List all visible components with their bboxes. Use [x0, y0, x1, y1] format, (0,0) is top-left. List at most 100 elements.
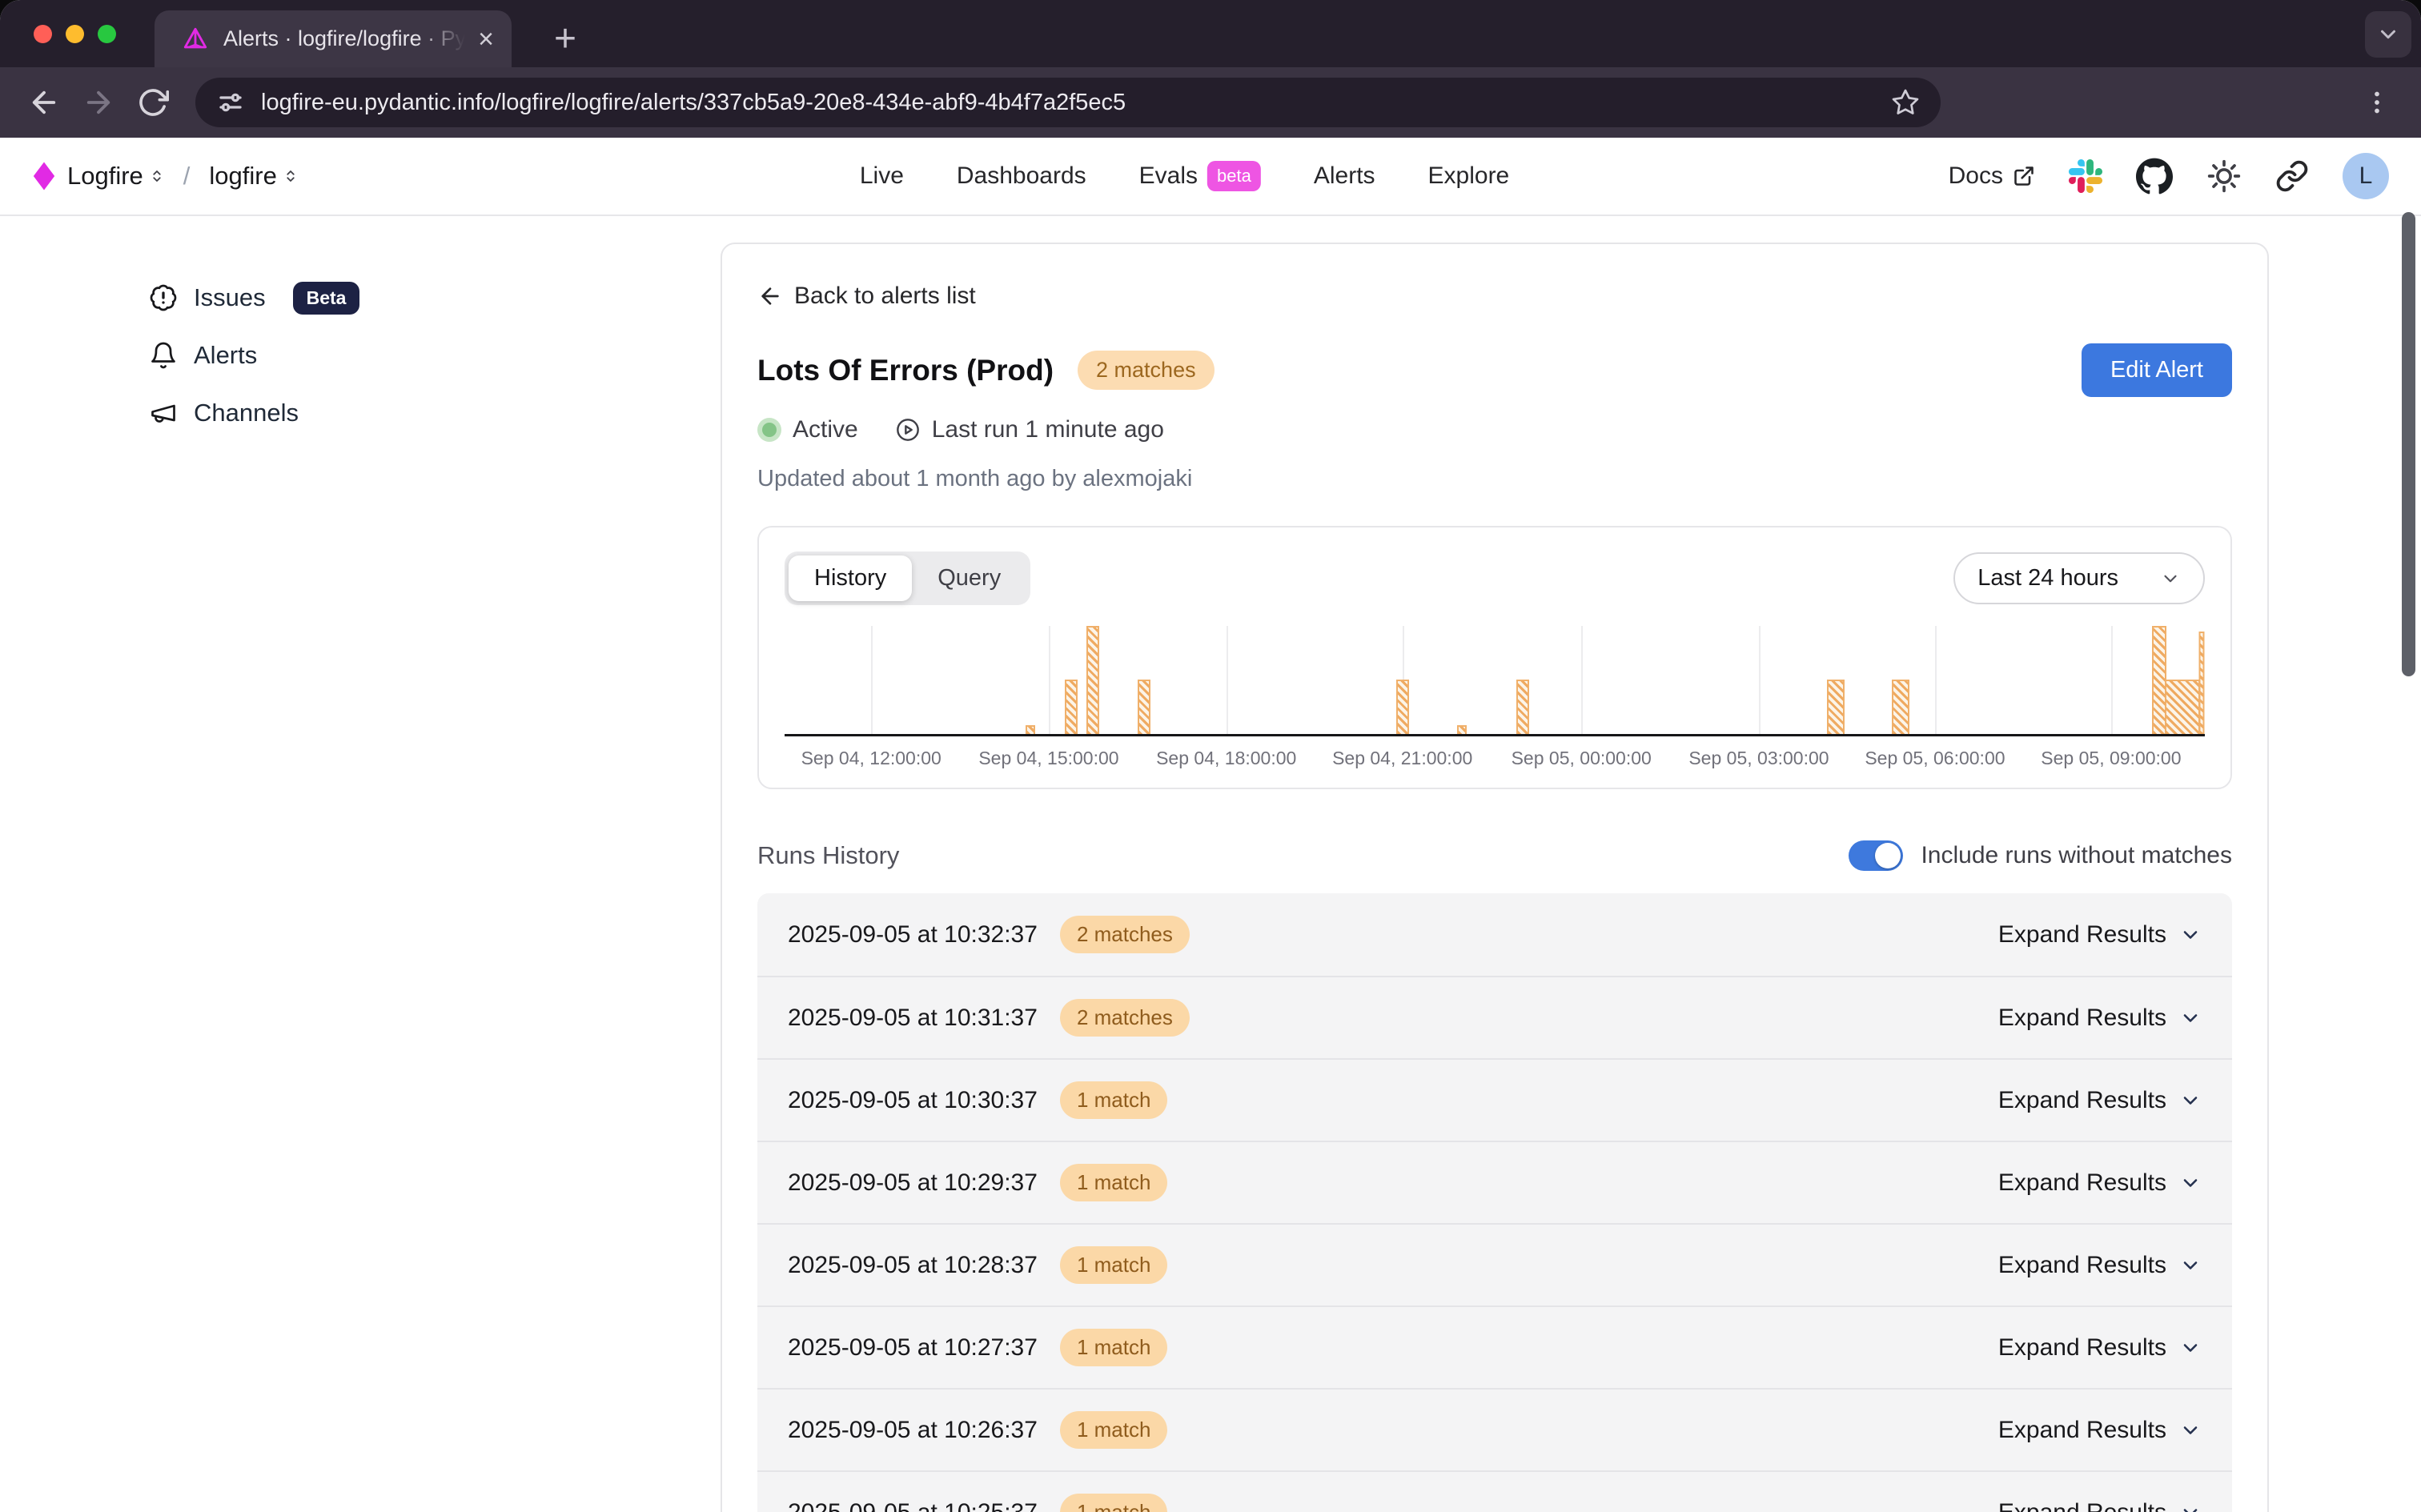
- chart-tick-label: Sep 04, 18:00:00: [1156, 748, 1296, 769]
- edit-alert-button[interactable]: Edit Alert: [2082, 343, 2232, 397]
- chart-bar[interactable]: [1396, 680, 1409, 734]
- chevron-down-icon: [2179, 1254, 2202, 1277]
- last-run-status: Last run 1 minute ago: [895, 416, 1164, 443]
- expand-results-button[interactable]: Expand Results: [1998, 1252, 2202, 1279]
- time-range-dropdown[interactable]: Last 24 hours: [1953, 552, 2205, 604]
- chart-tick-label: Sep 05, 09:00:00: [2041, 748, 2181, 769]
- bookmark-star-icon[interactable]: [1891, 88, 1920, 117]
- chart-bar[interactable]: [2199, 632, 2205, 734]
- maximize-window-button[interactable]: [98, 25, 116, 43]
- nav-item-dashboards[interactable]: Dashboards: [957, 162, 1086, 190]
- chevron-down-icon: [2179, 1172, 2202, 1194]
- traffic-lights[interactable]: [34, 25, 116, 43]
- breadcrumb-separator: /: [183, 162, 191, 191]
- chart-bar[interactable]: [1086, 626, 1099, 734]
- alert-detail-panel: Back to alerts list Lots Of Errors (Prod…: [721, 243, 2269, 1512]
- user-avatar[interactable]: L: [2343, 153, 2389, 199]
- org-selector[interactable]: Logfire: [67, 162, 164, 191]
- slack-icon[interactable]: [2069, 159, 2102, 193]
- active-status: Active: [757, 416, 858, 443]
- issues-beta-badge: Beta: [293, 282, 360, 315]
- nav-item-evals[interactable]: Evals beta: [1139, 161, 1261, 191]
- chart-gridline: [1049, 626, 1050, 734]
- chart-bar[interactable]: [2165, 680, 2200, 734]
- sidebar-item-issues[interactable]: Issues Beta: [149, 269, 721, 327]
- run-timestamp: 2025-09-05 at 10:26:37: [788, 1417, 1038, 1444]
- run-timestamp: 2025-09-05 at 10:25:37: [788, 1499, 1038, 1512]
- run-row: 2025-09-05 at 10:31:37 2 matches Expand …: [757, 976, 2232, 1058]
- page-scrollbar-thumb[interactable]: [2402, 212, 2415, 676]
- browser-menu-button[interactable]: [2354, 79, 2400, 126]
- history-card-toolbar: History Query Last 24 hours: [785, 551, 2205, 605]
- expand-results-button[interactable]: Expand Results: [1998, 1334, 2202, 1362]
- sidebar-item-channels[interactable]: Channels: [149, 384, 721, 442]
- reload-button[interactable]: [130, 79, 176, 126]
- expand-results-button[interactable]: Expand Results: [1998, 1417, 2202, 1444]
- alert-header-row: Lots Of Errors (Prod) 2 matches Edit Ale…: [757, 343, 2232, 397]
- play-circle-icon: [895, 417, 921, 443]
- back-to-alerts-link[interactable]: Back to alerts list: [757, 283, 2232, 310]
- sidebar-item-alerts[interactable]: Alerts: [149, 327, 721, 384]
- url-bar[interactable]: logfire-eu.pydantic.info/logfire/logfire…: [195, 78, 1941, 127]
- chart-bar[interactable]: [1138, 680, 1150, 734]
- chevron-down-icon: [2179, 1502, 2202, 1512]
- run-match-badge: 2 matches: [1060, 999, 1190, 1037]
- tab-query[interactable]: Query: [912, 555, 1026, 601]
- expand-results-button[interactable]: Expand Results: [1998, 1005, 2202, 1032]
- run-match-badge: 1 match: [1060, 1246, 1168, 1284]
- tab-search-button[interactable]: [2365, 11, 2411, 58]
- back-button[interactable]: [21, 79, 67, 126]
- expand-results-button[interactable]: Expand Results: [1998, 921, 2202, 949]
- back-link-label: Back to alerts list: [794, 283, 976, 310]
- site-settings-icon[interactable]: [216, 88, 245, 117]
- run-row: 2025-09-05 at 10:28:37 1 match Expand Re…: [757, 1223, 2232, 1305]
- history-chart-xaxis: Sep 04, 12:00:00Sep 04, 15:00:00Sep 04, …: [785, 736, 2205, 775]
- chart-bar[interactable]: [1026, 725, 1035, 734]
- tab-close-icon[interactable]: ×: [478, 26, 494, 53]
- tab-history[interactable]: History: [789, 555, 912, 601]
- include-runs-toggle[interactable]: [1849, 840, 1903, 871]
- run-row: 2025-09-05 at 10:30:37 1 match Expand Re…: [757, 1058, 2232, 1141]
- project-selector[interactable]: logfire: [209, 162, 297, 191]
- docs-link[interactable]: Docs: [1949, 162, 2035, 190]
- chart-gridline: [1935, 626, 1937, 734]
- run-row: 2025-09-05 at 10:26:37 1 match Expand Re…: [757, 1388, 2232, 1470]
- github-icon[interactable]: [2136, 158, 2173, 195]
- run-timestamp: 2025-09-05 at 10:30:37: [788, 1087, 1038, 1114]
- brand-area: Logfire / logfire: [32, 161, 298, 191]
- external-link-icon: [2013, 165, 2035, 187]
- run-row: 2025-09-05 at 10:32:37 2 matches Expand …: [757, 893, 2232, 976]
- run-timestamp: 2025-09-05 at 10:28:37: [788, 1252, 1038, 1279]
- active-status-dot: [757, 418, 781, 442]
- chart-bar[interactable]: [1065, 680, 1078, 734]
- chart-bar[interactable]: [1516, 680, 1529, 734]
- new-tab-button[interactable]: +: [541, 14, 589, 62]
- chart-bar[interactable]: [1827, 680, 1845, 734]
- forward-button[interactable]: [75, 79, 122, 126]
- url-text[interactable]: logfire-eu.pydantic.info/logfire/logfire…: [261, 90, 1875, 116]
- include-runs-label: Include runs without matches: [1921, 842, 2232, 869]
- nav-item-live[interactable]: Live: [860, 162, 904, 190]
- close-window-button[interactable]: [34, 25, 52, 43]
- nav-item-explore[interactable]: Explore: [1428, 162, 1510, 190]
- nav-item-alerts[interactable]: Alerts: [1314, 162, 1375, 190]
- alert-matches-badge: 2 matches: [1078, 351, 1215, 390]
- share-link-icon[interactable]: [2275, 159, 2309, 193]
- browser-tab[interactable]: Alerts · logfire/logfire · Pydan ×: [155, 10, 512, 67]
- run-match-badge: 1 match: [1060, 1164, 1168, 1201]
- chart-bar[interactable]: [1892, 680, 1909, 734]
- minimize-window-button[interactable]: [66, 25, 84, 43]
- chart-gridline: [2111, 626, 2113, 734]
- chart-tick-label: Sep 04, 21:00:00: [1332, 748, 1472, 769]
- expand-results-button[interactable]: Expand Results: [1998, 1087, 2202, 1114]
- alert-title: Lots Of Errors (Prod): [757, 354, 1054, 387]
- chart-tick-label: Sep 05, 00:00:00: [1512, 748, 1652, 769]
- logfire-favicon-icon: [182, 26, 209, 53]
- theme-toggle-sun-icon[interactable]: [2206, 158, 2242, 194]
- expand-results-button[interactable]: Expand Results: [1998, 1169, 2202, 1197]
- toggle-knob: [1875, 843, 1901, 868]
- run-timestamp: 2025-09-05 at 10:32:37: [788, 921, 1038, 949]
- expand-results-button[interactable]: Expand Results: [1998, 1499, 2202, 1512]
- run-row: 2025-09-05 at 10:29:37 1 match Expand Re…: [757, 1141, 2232, 1223]
- chart-bar[interactable]: [1457, 725, 1467, 734]
